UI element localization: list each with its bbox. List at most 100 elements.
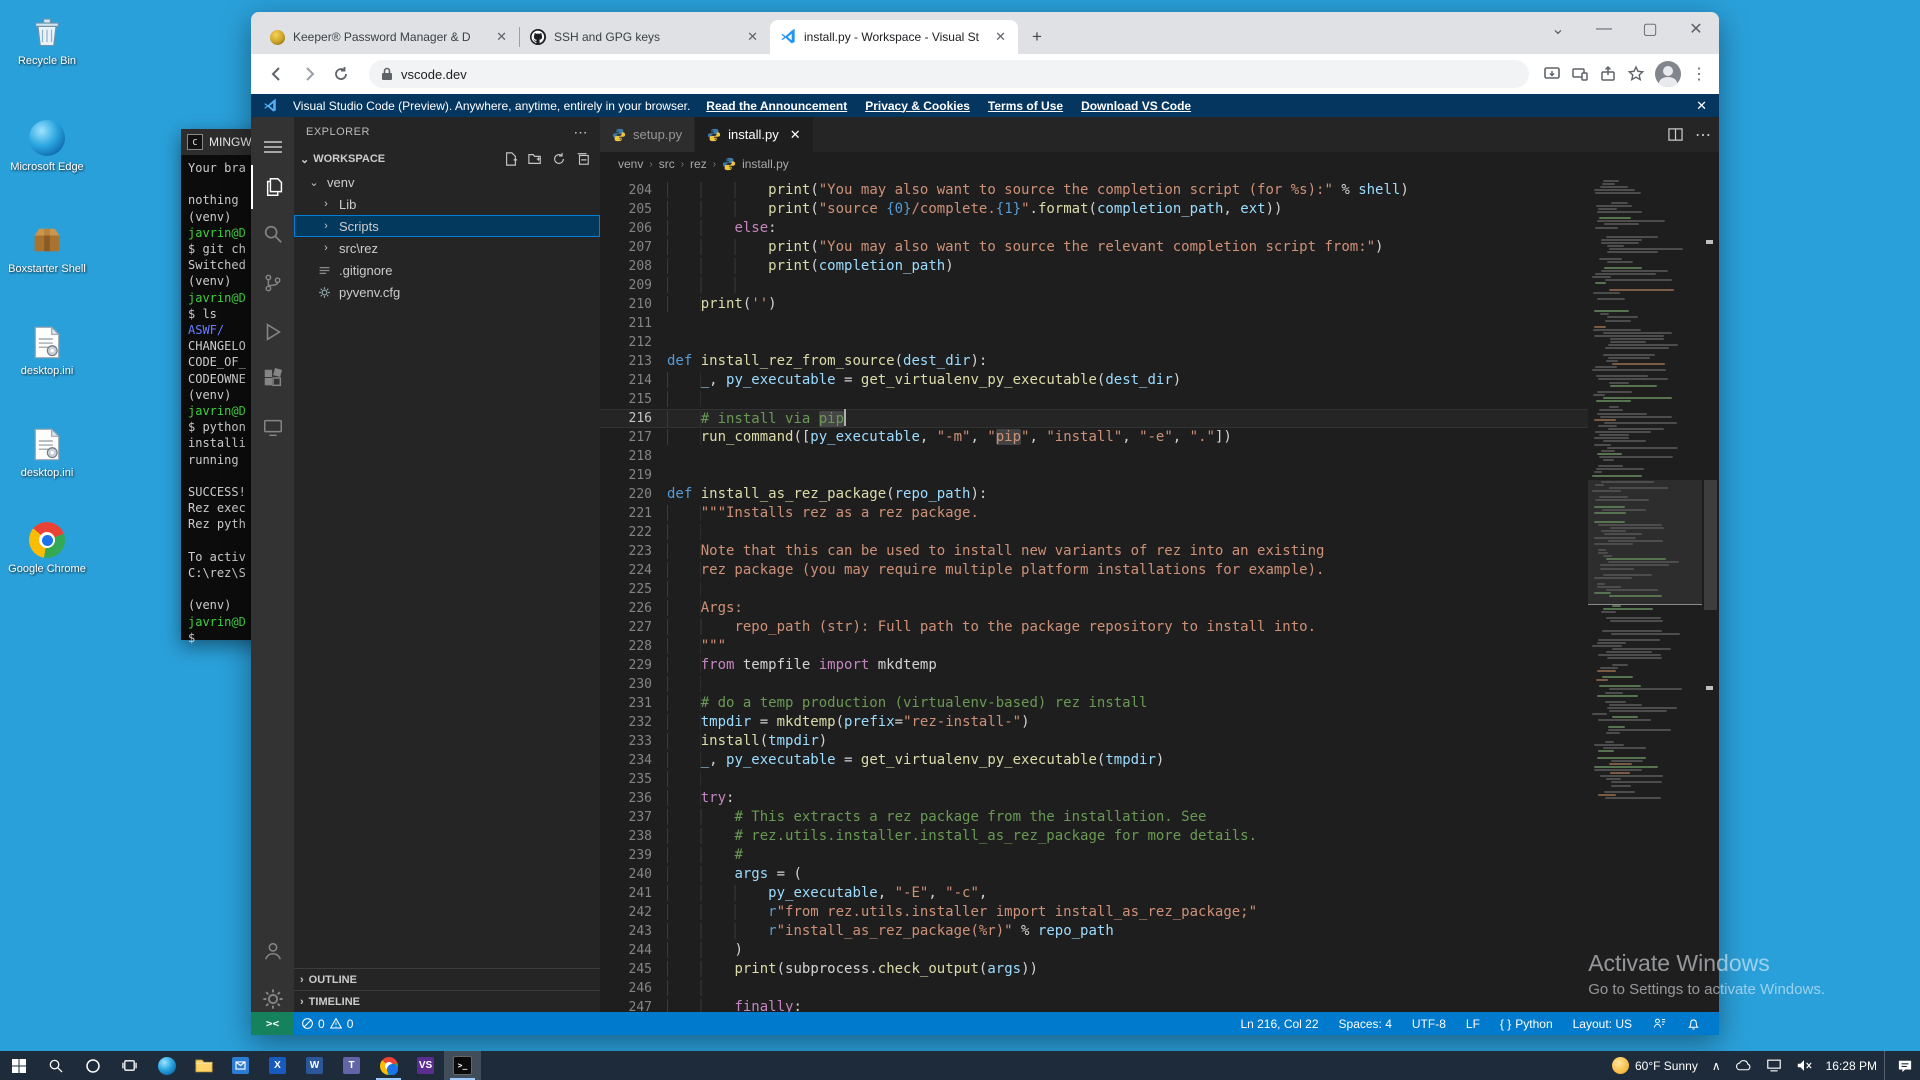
source-control-icon[interactable] <box>251 261 294 305</box>
new-folder-icon[interactable] <box>528 152 542 166</box>
desktop-icon-desktop-ini-1[interactable]: desktop.ini <box>4 322 90 378</box>
taskbar-icon-file-explorer[interactable] <box>185 1051 222 1080</box>
desktop-icon-google-chrome[interactable]: Google Chrome <box>4 520 90 576</box>
share-icon[interactable] <box>1599 65 1617 83</box>
keyboard-layout[interactable]: Layout: US <box>1566 1017 1639 1031</box>
forward-icon[interactable] <box>295 60 323 88</box>
banner-link[interactable]: Privacy & Cookies <box>865 99 970 113</box>
eol-sequence[interactable]: LF <box>1459 1017 1487 1031</box>
tab-close-icon[interactable]: ✕ <box>494 29 509 45</box>
browser-tab[interactable]: Keeper® Password Manager & D✕ <box>259 20 519 54</box>
new-file-icon[interactable] <box>504 152 518 166</box>
outline-section[interactable]: › OUTLINE <box>294 968 600 990</box>
browser-tab[interactable]: SSH and GPG keys✕ <box>520 20 770 54</box>
profile-avatar[interactable] <box>1655 61 1681 87</box>
editor-tab-setup.py[interactable]: setup.py <box>600 117 695 152</box>
taskbar-icon-pinned-app-5[interactable]: VS <box>407 1051 444 1080</box>
reload-icon[interactable] <box>327 60 355 88</box>
tab-close-icon[interactable]: ✕ <box>993 29 1008 45</box>
new-tab-button[interactable]: + <box>1018 24 1050 54</box>
taskbar-icon-pinned-app-4[interactable]: T <box>333 1051 370 1080</box>
browser-tab[interactable]: install.py - Workspace - Visual St✕ <box>770 20 1018 54</box>
minimap[interactable] <box>1588 176 1702 1012</box>
explorer-more-icon[interactable]: ⋯ <box>574 124 589 141</box>
taskbar-icon-pinned-app-2[interactable]: X <box>259 1051 296 1080</box>
breadcrumb-separator: › <box>649 159 652 170</box>
editor-scrollbar[interactable] <box>1702 176 1719 1012</box>
maximize-button[interactable]: ▢ <box>1627 12 1673 46</box>
code-editor[interactable]: 203204 print("You may also want to sourc… <box>600 176 1719 1012</box>
accounts-icon[interactable] <box>251 929 294 973</box>
tab-search-icon[interactable]: ⌄ <box>1535 12 1581 46</box>
banner-close-icon[interactable]: ✕ <box>1696 98 1707 114</box>
taskbar-icon-start[interactable] <box>0 1051 37 1080</box>
scrollbar-thumb[interactable] <box>1704 480 1717 610</box>
tree-item-pyvenv-cfg[interactable]: pyvenv.cfg <box>294 281 600 303</box>
action-center-icon[interactable] <box>1890 1051 1920 1080</box>
browser-menu-icon[interactable]: ⋮ <box>1691 64 1707 84</box>
close-button[interactable]: ✕ <box>1673 12 1719 46</box>
tab-close-icon[interactable]: ✕ <box>786 127 801 143</box>
split-editor-icon[interactable] <box>1668 127 1683 142</box>
editor-tab-install.py[interactable]: install.py✕ <box>695 117 813 152</box>
taskbar-icon-pinned-app-3[interactable]: W <box>296 1051 333 1080</box>
cursor-position[interactable]: Ln 216, Col 22 <box>1233 1017 1325 1031</box>
install-app-icon[interactable] <box>1543 65 1561 83</box>
refresh-icon[interactable] <box>552 152 566 166</box>
tree-item--gitignore[interactable]: .gitignore <box>294 259 600 281</box>
desktop-icon-recycle-bin[interactable]: Recycle Bin <box>4 12 90 68</box>
taskbar-icon-search[interactable] <box>37 1051 74 1080</box>
search-icon[interactable] <box>251 212 294 256</box>
weather-widget[interactable]: 60°F Sunny <box>1605 1051 1705 1080</box>
explorer-icon[interactable] <box>251 165 296 209</box>
breadcrumb-item[interactable]: rez <box>690 157 707 171</box>
minimize-button[interactable]: — <box>1581 12 1627 46</box>
taskbar-icon-edge[interactable] <box>148 1051 185 1080</box>
indentation[interactable]: Spaces: 4 <box>1332 1017 1399 1031</box>
taskbar-icon-chrome[interactable] <box>370 1051 407 1080</box>
back-icon[interactable] <box>263 60 291 88</box>
tree-item-scripts[interactable]: ›Scripts <box>294 215 600 237</box>
breadcrumb-item[interactable]: install.py <box>742 157 789 171</box>
network-icon[interactable] <box>1759 1051 1789 1080</box>
tab-close-icon[interactable]: ✕ <box>745 29 760 45</box>
timeline-section[interactable]: › TIMELINE <box>294 990 600 1012</box>
feedback-icon[interactable] <box>1645 1017 1674 1030</box>
more-actions-icon[interactable]: ⋯ <box>1695 125 1711 145</box>
taskbar-icon-terminal[interactable]: >_ <box>444 1051 481 1080</box>
encoding[interactable]: UTF-8 <box>1405 1017 1453 1031</box>
desktop-icon-microsoft-edge[interactable]: Microsoft Edge <box>4 118 90 174</box>
tree-item-lib[interactable]: ›Lib <box>294 193 600 215</box>
problems-status[interactable]: 0 0 <box>294 1017 360 1031</box>
tree-item-src-rez[interactable]: ›src\rez <box>294 237 600 259</box>
desktop-icon-boxstarter-shell[interactable]: Boxstarter Shell <box>4 220 90 276</box>
workspace-section[interactable]: ⌄ WORKSPACE <box>294 147 600 171</box>
url-text[interactable]: vscode.dev <box>401 67 467 82</box>
address-bar[interactable]: vscode.dev <box>369 60 1529 88</box>
breadcrumb-item[interactable]: src <box>659 157 675 171</box>
banner-link[interactable]: Terms of Use <box>988 99 1063 113</box>
language-mode[interactable]: { }Python <box>1493 1017 1560 1031</box>
lock-icon[interactable] <box>381 67 393 81</box>
remote-explorer-icon[interactable] <box>251 406 294 450</box>
breadcrumb-item[interactable]: venv <box>618 157 643 171</box>
extensions-icon[interactable] <box>251 356 294 400</box>
bookmark-star-icon[interactable] <box>1627 65 1645 83</box>
taskbar-icon-task-view[interactable] <box>111 1051 148 1080</box>
clock[interactable]: 16:28 PM <box>1819 1051 1884 1080</box>
notifications-bell-icon[interactable] <box>1680 1017 1707 1031</box>
taskbar-icon-pinned-app-1[interactable] <box>222 1051 259 1080</box>
collapse-all-icon[interactable] <box>576 152 590 166</box>
send-to-devices-icon[interactable] <box>1571 65 1589 83</box>
run-debug-icon[interactable] <box>251 310 294 354</box>
menu-icon[interactable] <box>251 125 294 169</box>
desktop-icon-desktop-ini-2[interactable]: desktop.ini <box>4 424 90 480</box>
volume-muted-icon[interactable] <box>1789 1051 1819 1080</box>
tray-chevron-icon[interactable]: ∧ <box>1705 1051 1728 1080</box>
taskbar-icon-cortana[interactable] <box>74 1051 111 1080</box>
banner-link[interactable]: Download VS Code <box>1081 99 1191 113</box>
remote-indicator[interactable]: >< <box>251 1012 294 1035</box>
tree-item-venv[interactable]: ⌄venv <box>294 171 600 193</box>
banner-link[interactable]: Read the Announcement <box>706 99 847 113</box>
onedrive-icon[interactable] <box>1728 1051 1759 1080</box>
